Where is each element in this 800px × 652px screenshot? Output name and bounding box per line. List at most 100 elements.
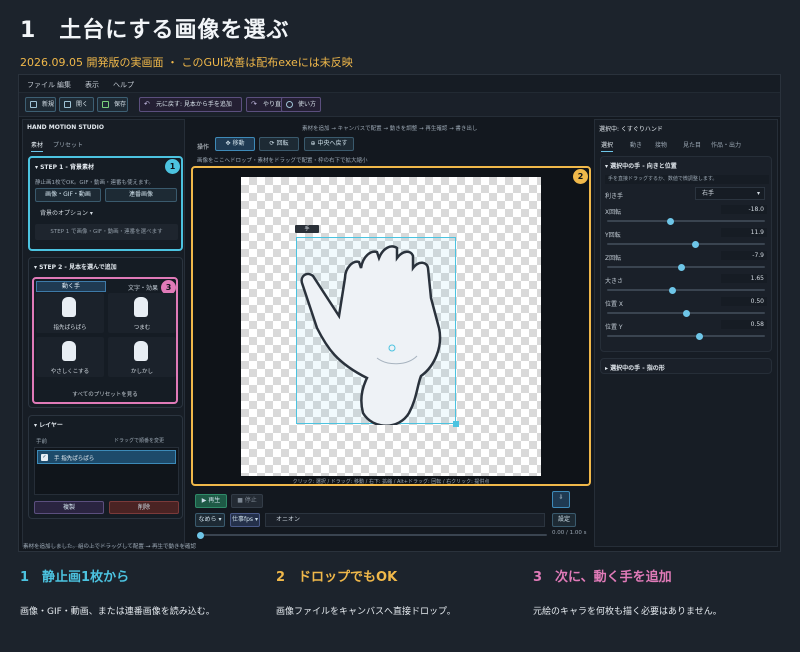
param-slider[interactable] [607,263,765,271]
section-note: 手を直接ドラッグするか、数値で微調整します。 [605,175,769,184]
help-button[interactable]: 使い方 [281,97,321,112]
export-icon[interactable]: ⇩ [552,491,570,508]
smooth-select[interactable]: なめら ▾ [195,513,225,527]
bottom-heading-3: 3 次に、動く手を追加 [533,570,672,585]
open-button[interactable]: 開く [59,97,94,112]
preset-card[interactable]: つまむ [108,293,176,333]
bottom-text-1: 画像・GIF・動画、または連番画像を読み込む。 [20,607,215,617]
new-file-icon [30,101,37,108]
param-value[interactable]: 11.9 [721,228,767,237]
param-label: 大きさ [605,278,624,285]
tab-preset[interactable]: プリセット [53,140,83,149]
layer-col-front: 手前 [36,439,48,445]
layer-name: 手 指先ぱらぱら [54,456,95,462]
play-button[interactable]: ▶ 再生 [195,494,227,508]
resize-handle[interactable] [453,421,459,427]
param-value[interactable]: -7.9 [721,251,767,260]
bottom-heading-2: 2 ドロップでもOK [276,570,398,585]
new-button[interactable]: 新規 [25,97,56,112]
finger-section[interactable]: ▸ 選択中の手 - 指の形 [600,358,772,374]
param-value[interactable]: 0.50 [721,297,767,306]
preset-card[interactable]: やさしくこする [36,337,104,377]
import-media-button[interactable]: 画像・GIF・動画 [35,188,101,202]
all-presets-link[interactable]: すべてのプリセットを見る [34,390,176,398]
tab-look[interactable]: 見た目 [683,140,701,149]
param-slider[interactable] [607,309,765,317]
layer-list: ✓ 手 指先ぱらぱら [34,447,179,495]
param-value[interactable]: 1.65 [721,274,767,283]
timeline-slider[interactable] [197,531,547,539]
param-slider-knob[interactable] [683,309,690,317]
tab-motion[interactable]: 動き [630,140,642,149]
step1-card: ▾ STEP 1 - 背景素材 1 静止画1枚でOK。GIF・動画・連番も使えま… [28,156,183,251]
undo-button[interactable]: ↶ 元に戻す: 見本から手を追加 [139,97,242,112]
menu-help[interactable]: ヘルプ [113,80,134,90]
redo-icon: ↷ [251,100,257,108]
save-button[interactable]: 保存 [97,97,128,112]
layer-row[interactable]: ✓ 手 指先ぱらぱら [37,450,176,464]
settings-button[interactable]: 設定 [552,513,576,527]
hand-select[interactable]: 右手 ▾ [695,187,765,200]
fps-select[interactable]: 仕事fps ▾ [230,513,260,527]
delete-button[interactable]: 削除 [109,501,179,514]
badge-2: 2 [573,169,588,184]
bg-option-dropdown[interactable]: 背景のオプション ▾ [40,208,93,217]
param-slider[interactable] [607,286,765,294]
tab-select[interactable]: 選択 [601,140,614,152]
param-row: 位置 X 0.50 [601,297,773,319]
step1-title: ▾ STEP 1 - 背景素材 [35,164,94,171]
left-panel: HAND MOTION STUDIO 素材 プリセット ▾ STEP 1 - 背… [22,119,185,547]
param-value[interactable]: 0.58 [721,320,767,329]
param-slider[interactable] [607,217,765,225]
hand-graphic [300,245,442,425]
move-tool-button[interactable]: ✥ 移動 [215,137,255,151]
param-value[interactable]: -18.0 [721,205,767,214]
tab-material[interactable]: 素材 [31,140,44,152]
toolbar: 新規 開く 保存 ↶ 元に戻す: 見本から手を追加 ↷ やり直す 使い方 [19,93,780,117]
transparent-canvas[interactable]: 手 [241,177,541,476]
layer-col-order: ドラッグで順番を変更 [114,438,165,444]
hand-icon [62,297,76,317]
param-slider-knob[interactable] [668,286,676,294]
param-slider-knob[interactable] [678,263,686,271]
preset-card[interactable]: かしかし [108,337,176,377]
timeline-knob[interactable] [197,531,204,539]
duplicate-button[interactable]: 複製 [34,501,104,514]
param-slider-knob[interactable] [695,332,703,340]
onion-field[interactable]: オニオン [265,513,545,527]
tab-text-effect[interactable]: 文字・効果 [128,283,158,292]
page-title: 1 土台にする画像を選ぶ [20,18,290,43]
time-readout: 0.00 / 1.00 s [552,530,587,536]
param-label: X回転 [605,209,622,216]
hand-icon [134,297,148,317]
canvas-area[interactable]: 2 手 クリック: 選択 / ドラッグ: 移動 / 右下: 拡縮 / Alt+ド… [191,166,591,486]
menu-edit[interactable]: 編集 [57,80,71,90]
checkbox-icon[interactable]: ✓ [41,454,48,461]
param-row: 大きさ 1.65 [601,274,773,296]
selection-box[interactable] [296,237,459,427]
selection-title: 選択中: くすぐりハンド [599,126,663,133]
step1-status: STEP 1 で画像・GIF・動画・連番を選べます [35,224,178,240]
param-slider-knob[interactable] [667,217,675,225]
right-panel: 選択中: くすぐりハンド 選択 動き 接物 見た目 作品・出力 ▾ 選択中の手 … [594,119,778,547]
tab-output[interactable]: 作品・出力 [711,140,741,149]
tab-contact[interactable]: 接物 [655,140,667,149]
hand-icon [62,341,76,361]
preset-card[interactable]: 指先ぱらぱら [36,293,104,333]
param-slider-knob[interactable] [692,240,700,248]
param-row: Z回転 -7.9 [601,251,773,273]
param-slider[interactable] [607,332,765,340]
hand-layer-tag: 手 [295,225,319,233]
rotate-tool-button[interactable]: ⟳ 回転 [259,137,299,151]
tab-moving-hand[interactable]: 動く手 [36,281,106,292]
status-bar: 素材を追加しました。組の上でドラッグして配置 → 再生で動きを確認 [23,544,196,550]
bottom-text-3: 元絵のキャラを何枚も描く必要はありません。 [533,607,722,617]
import-sequence-button[interactable]: 連番画像 [105,188,177,202]
param-slider[interactable] [607,240,765,248]
param-row: X回転 -18.0 [601,205,773,227]
center-button[interactable]: ⊕ 中央へ戻す [304,137,354,151]
menu-file[interactable]: ファイル [27,80,55,90]
menu-view[interactable]: 表示 [85,80,99,90]
stop-button[interactable]: ■ 停止 [231,494,263,508]
canvas-hint-top: 画像をここへドロップ・素材をドラッグで配置・枠の右下で拡大縮小 [197,158,368,164]
